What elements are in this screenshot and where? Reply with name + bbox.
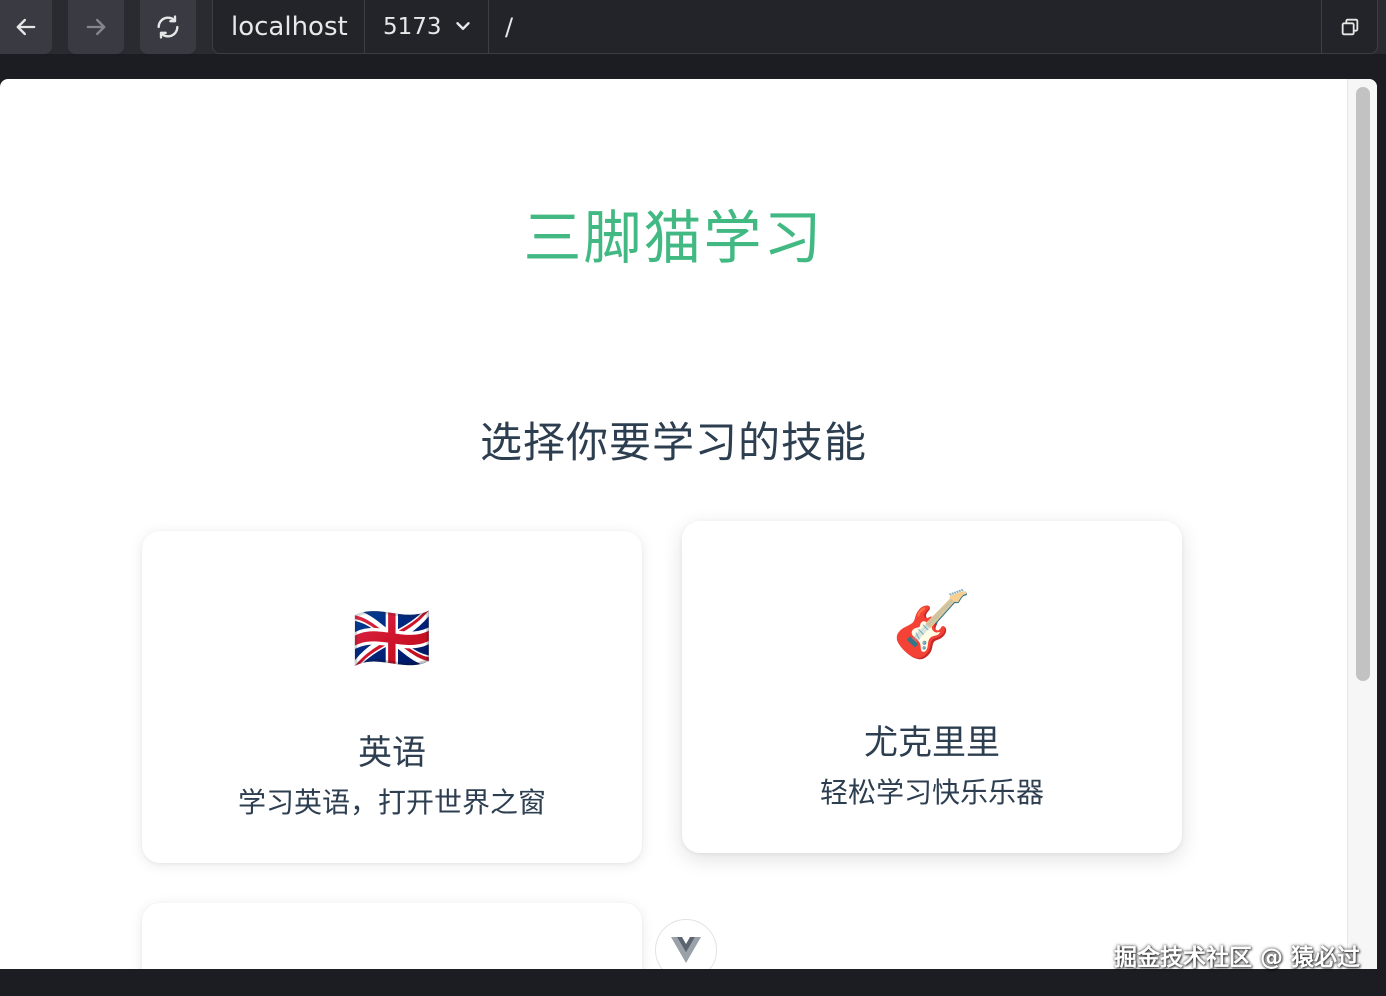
watermark: 掘金技术社区 @ 猿必过	[1113, 945, 1360, 971]
vue-logo-icon	[671, 937, 701, 963]
path-field[interactable]: /	[489, 0, 1323, 53]
guitar-icon: 🎸	[892, 588, 972, 662]
skill-card-title: 英语	[358, 733, 426, 773]
scrollbar[interactable]	[1347, 79, 1377, 969]
skill-card-english[interactable]: 🇬🇧 英语 学习英语，打开世界之窗	[142, 531, 642, 863]
port-select[interactable]: 5173	[365, 0, 489, 53]
copy-url-button[interactable]	[1321, 0, 1377, 53]
forward-button[interactable]	[68, 0, 124, 54]
skill-card-partial[interactable]	[142, 903, 642, 969]
chevron-down-icon	[456, 22, 470, 30]
page-viewport: 三脚猫学习 选择你要学习的技能 🇬🇧 英语 学习英语，打开世界之窗 🎸 尤克里里…	[0, 79, 1377, 969]
back-button[interactable]	[0, 0, 52, 54]
port-value: 5173	[383, 13, 442, 40]
address-bar[interactable]: localhost 5173 /	[212, 0, 1378, 54]
page-subtitle: 选择你要学习的技能	[479, 418, 867, 467]
reload-button[interactable]	[140, 0, 196, 54]
arrow-right-icon	[86, 18, 106, 36]
browser-window: localhost 5173 / 三脚猫学习 选择你要学习的技能 🇬🇧 英语 学…	[0, 0, 1386, 996]
arrow-left-icon	[16, 18, 36, 36]
vue-devtools-button[interactable]	[655, 919, 717, 969]
skill-card-title: 尤克里里	[864, 723, 1000, 763]
uk-flag-icon: 🇬🇧	[352, 602, 432, 676]
copy-icon	[1341, 18, 1358, 35]
skill-card-ukulele[interactable]: 🎸 尤克里里 轻松学习快乐乐器	[682, 521, 1182, 853]
page-title: 三脚猫学习	[523, 204, 824, 272]
skill-card-description: 轻松学习快乐乐器	[819, 776, 1044, 809]
scrollbar-thumb[interactable]	[1356, 87, 1370, 681]
host-field[interactable]: localhost	[213, 0, 365, 53]
reload-icon	[157, 15, 179, 39]
skill-card-description: 学习英语，打开世界之窗	[237, 786, 546, 819]
browser-toolbar: localhost 5173 /	[0, 0, 1386, 54]
